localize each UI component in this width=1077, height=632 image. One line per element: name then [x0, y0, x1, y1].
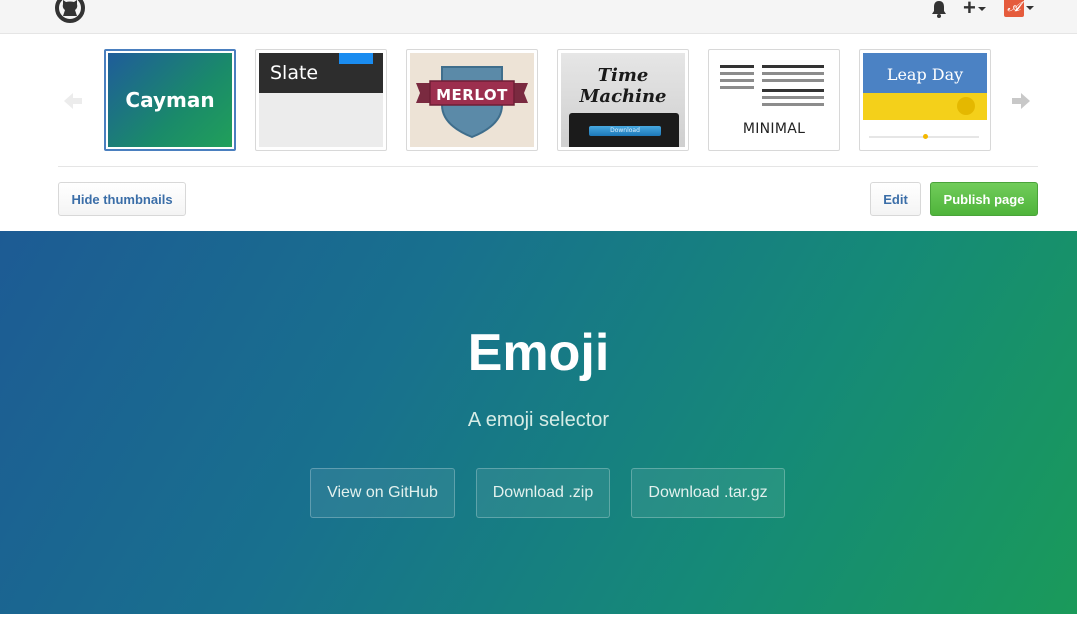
theme-thumb-cayman[interactable]: Cayman: [104, 49, 236, 151]
chevron-down-icon: [977, 7, 986, 11]
theme-thumb-merlot[interactable]: MERLOT: [406, 49, 538, 151]
github-octocat-icon[interactable]: [54, 0, 86, 24]
download-zip-button[interactable]: Download .zip: [476, 468, 610, 518]
theme-chooser: Cayman Slate MERLOT Time Machine Downloa…: [58, 34, 1038, 167]
hide-thumbnails-button[interactable]: Hide thumbnails: [58, 182, 186, 216]
theme-thumb-time-machine[interactable]: Time Machine Download: [557, 49, 689, 151]
edit-button[interactable]: Edit: [870, 182, 921, 216]
theme-preview-hero: Emoji A emoji selector View on GitHub Do…: [0, 231, 1077, 614]
avatar: 𝓐: [1004, 0, 1024, 17]
theme-label-line2: Machine: [579, 86, 667, 107]
new-menu-button[interactable]: +: [963, 0, 991, 20]
arrow-left-icon[interactable]: [62, 90, 84, 112]
view-on-github-button[interactable]: View on GitHub: [310, 468, 455, 518]
theme-thumb-minimal[interactable]: MINIMAL: [708, 49, 840, 151]
theme-label: Slate: [270, 62, 319, 84]
project-tagline: A emoji selector: [467, 409, 610, 431]
arrow-right-icon[interactable]: [1010, 90, 1032, 112]
chevron-down-icon: [1026, 6, 1034, 10]
download-targz-button[interactable]: Download .tar.gz: [631, 468, 785, 518]
theme-label: Cayman: [125, 88, 215, 112]
theme-label: MERLOT: [436, 86, 508, 104]
time-machine-download: Download: [589, 126, 661, 136]
theme-label: Leap Day: [886, 65, 964, 84]
theme-thumb-leap-day[interactable]: Leap Day: [859, 49, 991, 151]
leap-badge-icon: [957, 97, 975, 115]
leap-dot: [923, 134, 928, 139]
theme-label: MINIMAL: [742, 121, 806, 137]
slate-accent: [339, 53, 373, 64]
plus-icon: +: [963, 0, 976, 20]
theme-label-line1: Time: [597, 65, 649, 86]
publish-page-button[interactable]: Publish page: [930, 182, 1038, 216]
bell-icon[interactable]: [930, 0, 948, 18]
theme-thumb-slate[interactable]: Slate: [255, 49, 387, 151]
top-header: + 𝓐: [0, 0, 1077, 34]
user-menu-button[interactable]: 𝓐: [1004, 0, 1040, 18]
project-title: Emoji: [467, 324, 610, 382]
theme-label: Time Machine: [561, 65, 685, 107]
